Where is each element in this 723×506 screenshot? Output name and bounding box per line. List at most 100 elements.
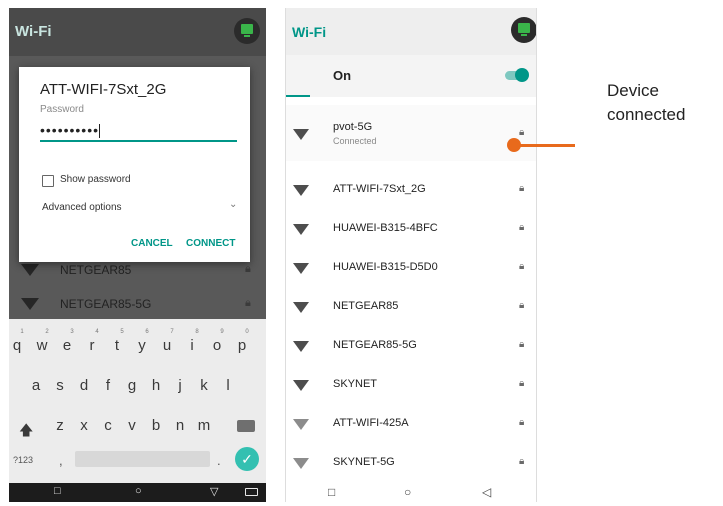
key-w[interactable]: w [32, 337, 52, 354]
wifi-icon [293, 458, 309, 469]
key-v[interactable]: v [122, 417, 142, 434]
lock-icon: 🔒︎ [519, 417, 525, 428]
key-hint: 5 [120, 329, 124, 335]
home-button[interactable]: ○ [135, 485, 142, 497]
right-nav-bar: □ ○ ◁ [286, 485, 536, 502]
right-phone-screen: Wi-Fi On pvot-5G Connected 🔒︎ ATT-WIFI-7… [285, 8, 537, 502]
password-input[interactable]: •••••••••• [40, 122, 237, 142]
key-o[interactable]: o [207, 337, 227, 354]
network-row[interactable]: ATT-WIFI-7Sxt_2G 🔒︎ [286, 171, 536, 209]
key-hint: 9 [220, 329, 224, 335]
chevron-down-icon[interactable]: ⌄ [229, 199, 237, 210]
password-label: Password [40, 104, 84, 115]
text-caret [99, 124, 101, 139]
recents-button[interactable]: □ [54, 485, 61, 497]
key-hint: 7 [170, 329, 174, 335]
network-row-connected[interactable]: pvot-5G Connected 🔒︎ [286, 115, 536, 153]
key-n[interactable]: n [170, 417, 190, 434]
left-phone-screen: Wi-Fi NETGEAR85 🔒︎ NETGEAR85-5G 🔒︎ ATT-W… [9, 8, 266, 502]
key-c[interactable]: c [98, 417, 118, 434]
settings-badge-icon[interactable] [511, 17, 536, 43]
key-g[interactable]: g [122, 377, 142, 394]
callout-line [515, 144, 575, 147]
space-key[interactable] [75, 451, 210, 467]
key-u[interactable]: u [157, 337, 177, 354]
show-password-checkbox[interactable] [42, 175, 54, 187]
keyboard-icon[interactable] [245, 488, 258, 496]
key-r[interactable]: r [82, 337, 102, 354]
home-button[interactable]: ○ [404, 485, 411, 499]
password-value: •••••••••• [40, 122, 100, 138]
wifi-icon [21, 264, 39, 276]
network-row[interactable]: NETGEAR85 🔒︎ [286, 288, 536, 326]
key-y[interactable]: y [132, 337, 152, 354]
network-row[interactable]: SKYNET-5G 🔒︎ [286, 444, 536, 482]
advanced-options-toggle[interactable]: Advanced options [42, 202, 122, 213]
left-app-bar: Wi-Fi [9, 8, 266, 56]
recents-button[interactable]: □ [328, 485, 335, 499]
dialog-title: ATT-WIFI-7Sxt_2G [40, 81, 167, 98]
lock-icon: 🔒︎ [519, 378, 525, 389]
key-hint: 3 [70, 329, 74, 335]
key-h[interactable]: h [146, 377, 166, 394]
network-row[interactable]: SKYNET 🔒︎ [286, 366, 536, 404]
lock-icon: 🔒︎ [519, 127, 525, 138]
key-p[interactable]: p [232, 337, 252, 354]
wifi-icon [21, 298, 39, 310]
key-j[interactable]: j [170, 377, 190, 394]
network-row[interactable]: HUAWEI-B315-4BFC 🔒︎ [286, 210, 536, 248]
key-m[interactable]: m [194, 417, 214, 434]
network-name: ATT-WIFI-7Sxt_2G [333, 183, 426, 195]
network-row[interactable]: ATT-WIFI-425A 🔒︎ [286, 405, 536, 443]
network-row[interactable]: NETGEAR85-5G 🔒︎ [286, 327, 536, 365]
network-name: SKYNET-5G [333, 456, 395, 468]
list-item: NETGEAR85-5G 🔒︎ [9, 288, 266, 321]
back-button[interactable]: ◁ [482, 485, 491, 499]
key-hint: 6 [145, 329, 149, 335]
cancel-button[interactable]: CANCEL [131, 238, 173, 249]
key-b[interactable]: b [146, 417, 166, 434]
connection-status: Connected [333, 136, 377, 146]
lock-icon: 🔒︎ [519, 456, 525, 467]
check-icon[interactable]: ✓ [235, 447, 259, 471]
key-t[interactable]: t [107, 337, 127, 354]
key-d[interactable]: d [74, 377, 94, 394]
network-name: HUAWEI-B315-4BFC [333, 222, 438, 234]
network-row[interactable]: HUAWEI-B315-D5D0 🔒︎ [286, 249, 536, 287]
key-a[interactable]: a [26, 377, 46, 394]
network-name: HUAWEI-B315-D5D0 [333, 261, 438, 273]
network-name: NETGEAR85-5G [333, 339, 417, 351]
shift-icon[interactable]: 🡅 [19, 420, 33, 444]
wifi-toggle-switch[interactable] [515, 68, 529, 82]
annotation-line-1: Device [607, 81, 659, 100]
lock-icon: 🔒︎ [519, 339, 525, 350]
key-e[interactable]: e [57, 337, 77, 354]
key-z[interactable]: z [50, 417, 70, 434]
comma-key[interactable]: , [59, 453, 63, 468]
key-i[interactable]: i [182, 337, 202, 354]
key-l[interactable]: l [218, 377, 238, 394]
settings-badge-icon[interactable] [234, 18, 260, 44]
wifi-icon [293, 419, 309, 430]
key-hint: 8 [195, 329, 199, 335]
wifi-toggle-bar[interactable]: On [286, 55, 536, 97]
connect-button[interactable]: CONNECT [186, 238, 235, 249]
right-app-bar: Wi-Fi [286, 8, 536, 55]
backspace-icon[interactable] [237, 420, 255, 432]
right-screen-title: Wi-Fi [292, 24, 327, 40]
keyboard-row-3: z x c v b n m [9, 417, 266, 439]
period-key[interactable]: . [217, 453, 221, 468]
back-button[interactable]: ▽ [210, 485, 218, 498]
lock-icon: 🔒︎ [519, 261, 525, 272]
key-q[interactable]: q [9, 337, 27, 354]
key-x[interactable]: x [74, 417, 94, 434]
network-name: ATT-WIFI-425A [333, 417, 409, 429]
left-nav-bar: □ ○ ▽ [9, 483, 266, 502]
symbols-key[interactable]: ?123 [13, 455, 33, 465]
lock-icon: 🔒︎ [245, 263, 251, 275]
key-k[interactable]: k [194, 377, 214, 394]
wifi-icon [293, 380, 309, 391]
network-name: pvot-5G [333, 121, 373, 133]
key-f[interactable]: f [98, 377, 118, 394]
key-s[interactable]: s [50, 377, 70, 394]
